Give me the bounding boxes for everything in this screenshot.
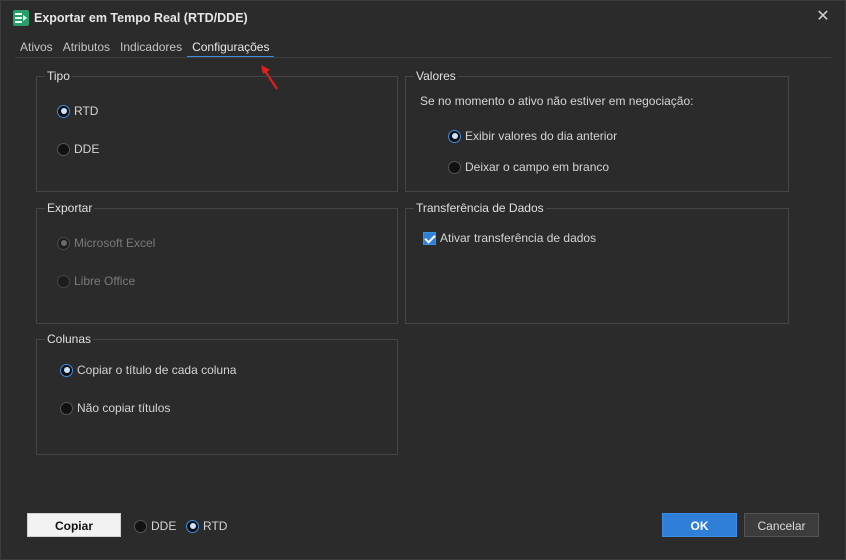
radio-label: DDE bbox=[151, 519, 177, 533]
radio-label: Microsoft Excel bbox=[74, 236, 156, 250]
checkbox-ativar-transferencia[interactable]: Ativar transferência de dados bbox=[423, 231, 596, 245]
group-title-transferencia: Transferência de Dados bbox=[414, 201, 546, 215]
radio-dde[interactable]: DDE bbox=[57, 142, 99, 156]
group-title-exportar: Exportar bbox=[45, 201, 95, 215]
radio-icon bbox=[186, 519, 199, 533]
tab-divider bbox=[15, 57, 831, 58]
group-title-colunas: Colunas bbox=[45, 332, 94, 346]
radio-icon bbox=[134, 519, 147, 533]
radio-label: RTD bbox=[74, 104, 99, 118]
radio-icon bbox=[448, 160, 461, 174]
group-transferencia: Transferência de Dados Ativar transferên… bbox=[405, 201, 789, 324]
group-exportar: Exportar Microsoft Excel Libre Office bbox=[36, 201, 398, 324]
radio-footer-dde[interactable]: DDE bbox=[134, 519, 176, 533]
tab-atributos[interactable]: Atributos bbox=[58, 40, 115, 58]
radio-label: Copiar o título de cada coluna bbox=[77, 363, 237, 377]
tab-ativos[interactable]: Ativos bbox=[15, 40, 58, 58]
cancel-button[interactable]: Cancelar bbox=[744, 513, 819, 537]
radio-label: Exibir valores do dia anterior bbox=[465, 129, 618, 143]
title-bar: Exportar em Tempo Real (RTD/DDE) ✕ bbox=[1, 1, 845, 35]
radio-exibir-valores[interactable]: Exibir valores do dia anterior bbox=[448, 129, 617, 143]
group-title-tipo: Tipo bbox=[45, 69, 72, 83]
tab-indicadores[interactable]: Indicadores bbox=[115, 40, 187, 58]
radio-icon bbox=[57, 142, 70, 156]
radio-nao-copiar[interactable]: Não copiar títulos bbox=[60, 401, 170, 415]
ok-button[interactable]: OK bbox=[662, 513, 737, 537]
group-colunas: Colunas Copiar o título de cada coluna N… bbox=[36, 332, 398, 455]
group-title-valores: Valores bbox=[414, 69, 458, 83]
group-tipo: Tipo RTD DDE bbox=[36, 69, 398, 192]
window-title: Exportar em Tempo Real (RTD/DDE) bbox=[34, 11, 248, 25]
radio-libre-office[interactable]: Libre Office bbox=[57, 274, 135, 288]
tab-configuracoes[interactable]: Configurações bbox=[187, 40, 275, 58]
close-button[interactable]: ✕ bbox=[815, 9, 831, 25]
radio-icon bbox=[60, 363, 73, 377]
copy-button[interactable]: Copiar bbox=[27, 513, 121, 537]
radio-footer-rtd[interactable]: RTD bbox=[186, 519, 227, 533]
close-icon: ✕ bbox=[816, 8, 830, 25]
radio-icon bbox=[57, 104, 70, 118]
radio-copiar-titulo[interactable]: Copiar o título de cada coluna bbox=[60, 363, 236, 377]
radio-label: RTD bbox=[203, 519, 228, 533]
export-app-icon bbox=[13, 10, 29, 26]
tab-bar: Ativos Atributos Indicadores Configuraçõ… bbox=[15, 40, 275, 58]
radio-rtd[interactable]: RTD bbox=[57, 104, 98, 118]
valores-description: Se no momento o ativo não estiver em neg… bbox=[420, 94, 694, 108]
radio-deixar-branco[interactable]: Deixar o campo em branco bbox=[448, 160, 609, 174]
radio-label: DDE bbox=[74, 142, 100, 156]
radio-icon bbox=[57, 236, 70, 250]
checkbox-checked-icon bbox=[423, 231, 436, 245]
radio-icon bbox=[57, 274, 70, 288]
radio-label: Deixar o campo em branco bbox=[465, 160, 610, 174]
dialog-window: Exportar em Tempo Real (RTD/DDE) ✕ Ativo… bbox=[0, 0, 846, 560]
radio-icon bbox=[60, 401, 73, 415]
radio-microsoft-excel[interactable]: Microsoft Excel bbox=[57, 236, 155, 250]
group-valores: Valores Se no momento o ativo não estive… bbox=[405, 69, 789, 192]
radio-label: Não copiar títulos bbox=[77, 401, 171, 415]
radio-label: Libre Office bbox=[74, 274, 136, 288]
checkbox-label: Ativar transferência de dados bbox=[440, 231, 597, 245]
radio-icon bbox=[448, 129, 461, 143]
